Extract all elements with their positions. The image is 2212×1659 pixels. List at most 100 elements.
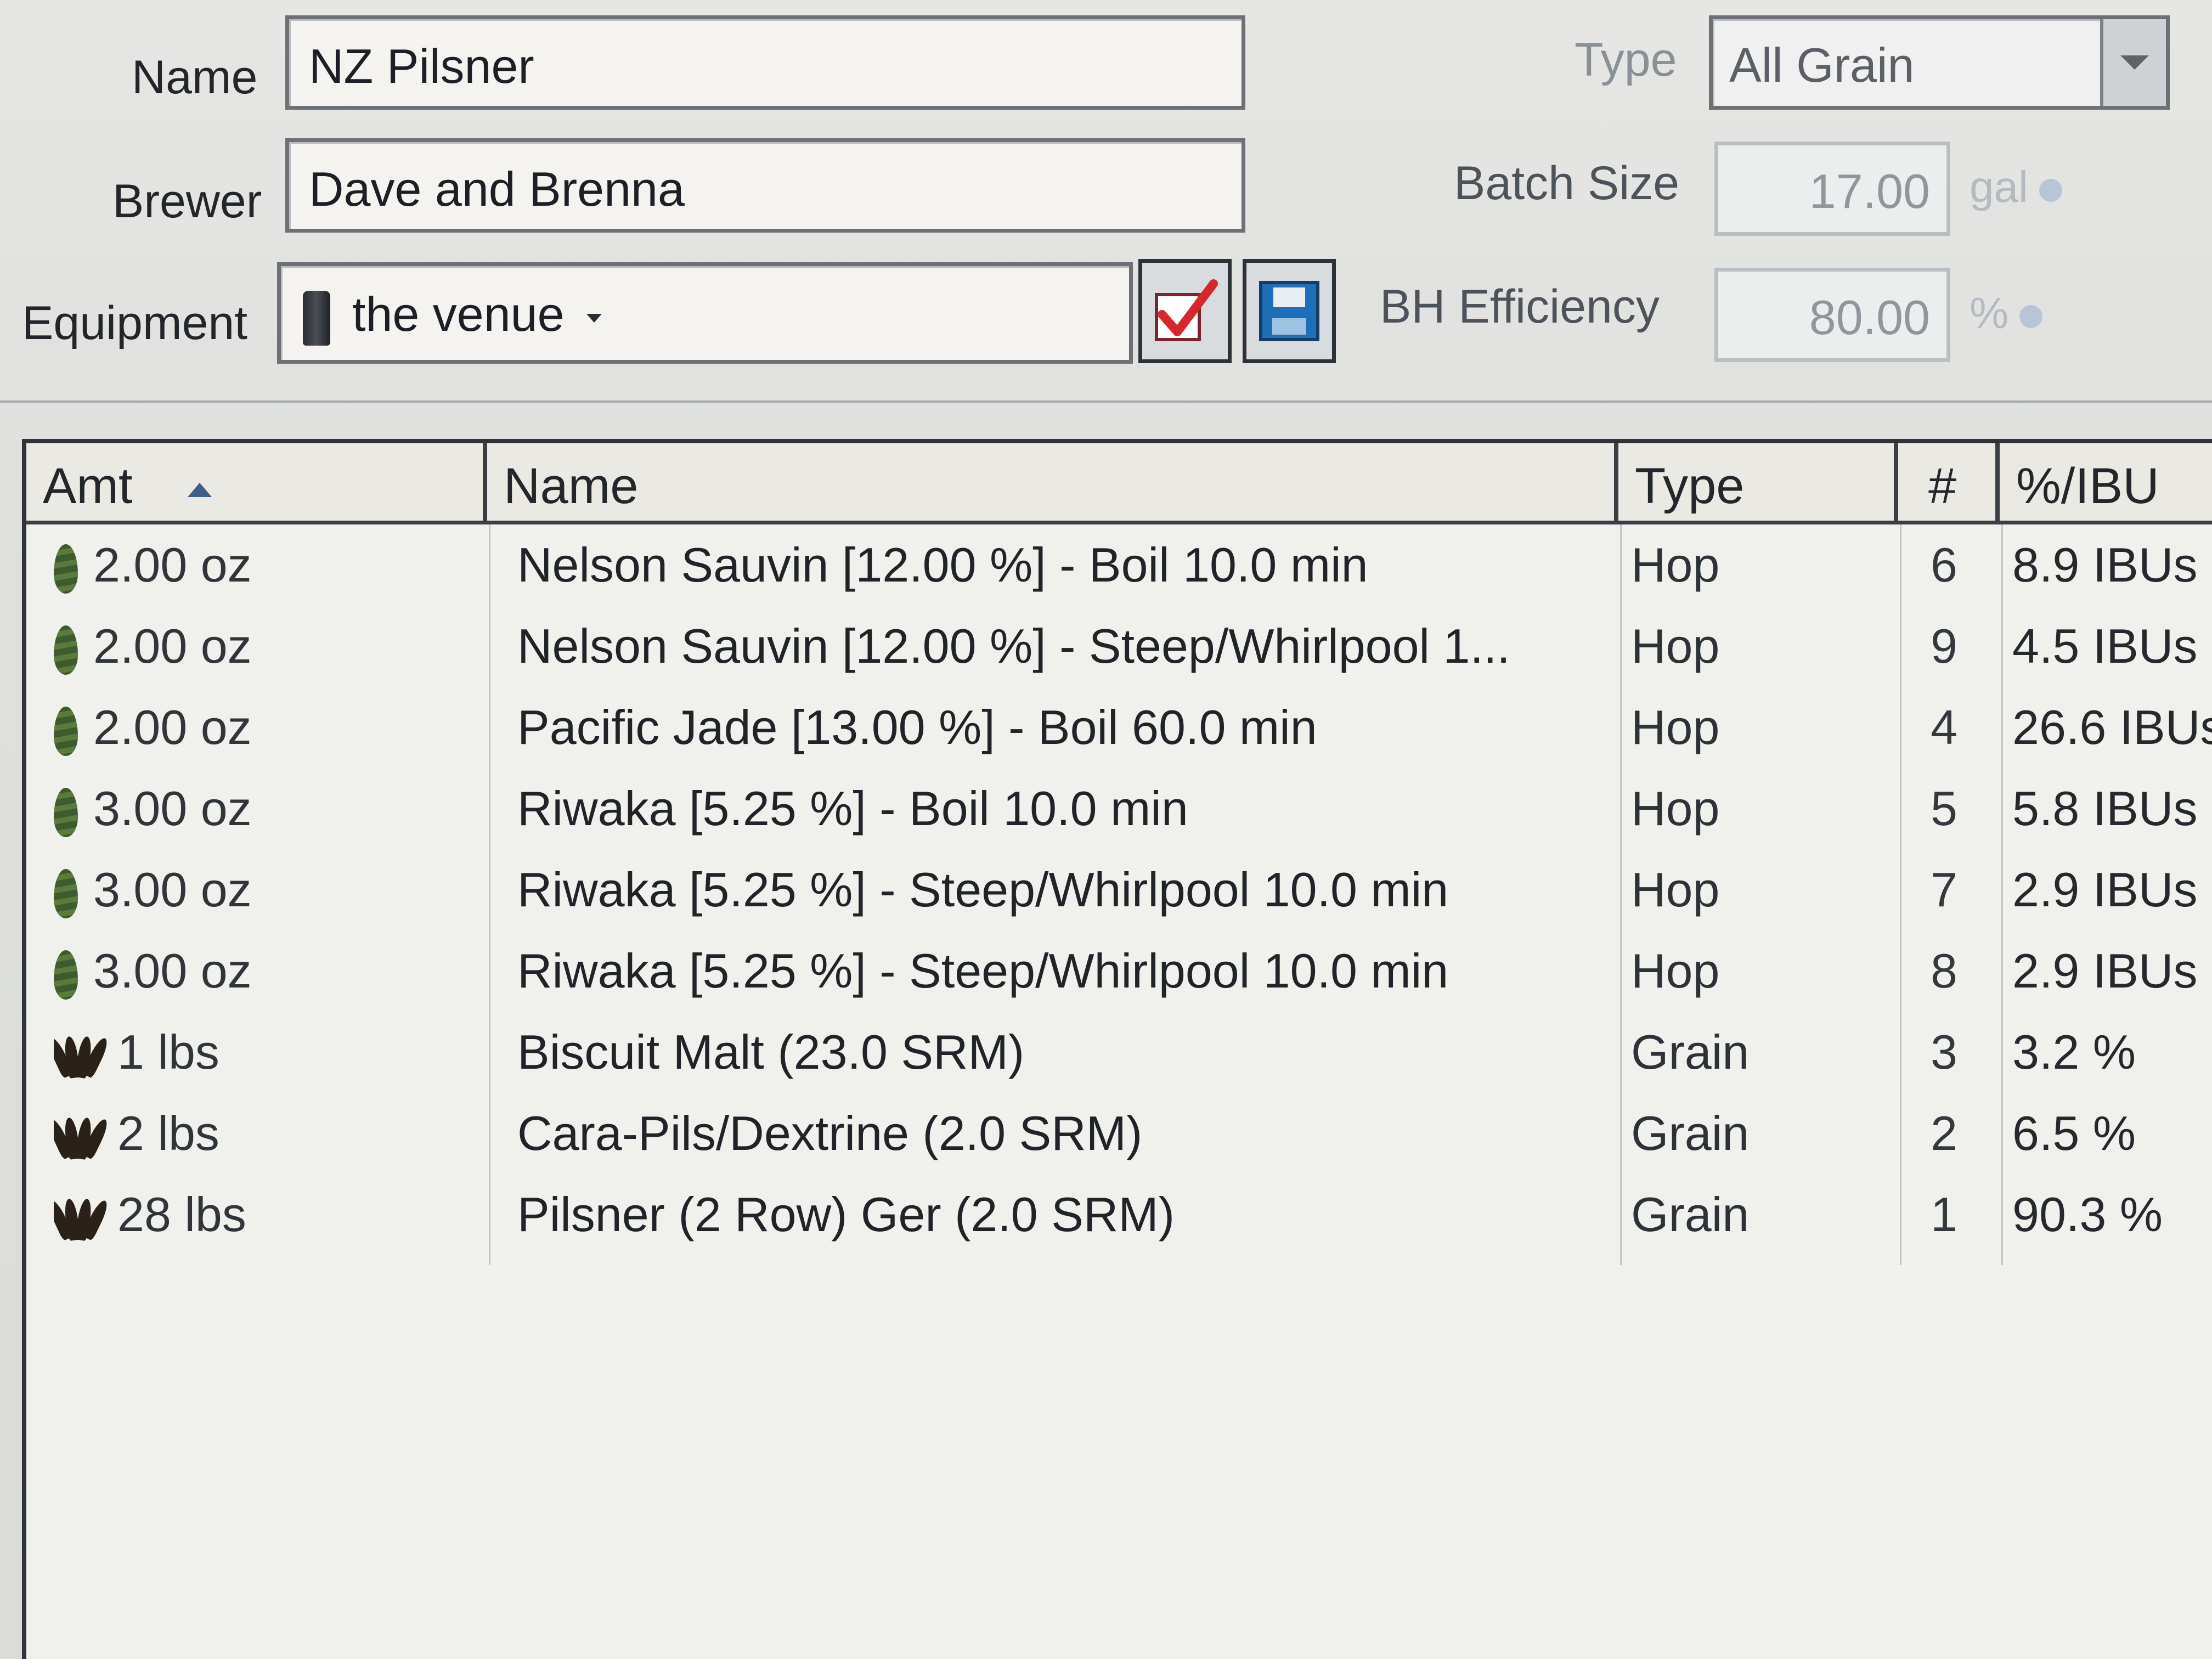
batch-size-value: 17.00 [1809,164,1930,218]
unit-dot-icon [2039,178,2062,202]
batch-size-input[interactable]: 17.00 [1714,142,1950,236]
amount-value: 1 lbs [117,1025,219,1079]
separator [0,400,2212,403]
ingredient-name-cell: Pacific Jade [13.00 %] - Boil 60.0 min [517,700,1317,754]
column-header-type[interactable]: Type [1618,443,1898,521]
hop-icon [54,868,78,918]
percent-ibu-cell: 2.9 IBUs [2012,862,2198,917]
hop-icon [54,950,78,1000]
column-header-number[interactable]: # [1898,443,2000,521]
table-row[interactable]: 3.00 oz Riwaka [5.25 %] - Steep/Whirlpool… [26,930,2212,1012]
recipe-name-input[interactable]: NZ Pilsner [285,15,1245,110]
type-label: Type [1575,33,1677,86]
percent-ibu-cell: 3.2 % [2012,1025,2136,1079]
amount-value: 28 lbs [117,1187,246,1242]
ingredient-name-cell: Riwaka [5.25 %] - Steep/Whirlpool 10.0 m… [517,862,1449,917]
table-row[interactable]: 3.00 oz Riwaka [5.25 %] - Steep/Whirlpool… [26,849,2212,930]
addition-number-cell: 5 [1931,781,1957,836]
ingredient-name-cell: Riwaka [5.25 %] - Steep/Whirlpool 10.0 m… [517,944,1449,998]
addition-number-cell: 2 [1931,1106,1957,1160]
percent-ibu-cell: 90.3 % [2012,1187,2163,1242]
ingredient-name-cell: Nelson Sauvin [12.00 %] - Boil 10.0 min [517,538,1368,592]
checkmark-icon [1155,279,1218,341]
amount-value: 2.00 oz [93,538,252,592]
batch-size-label: Batch Size [1454,157,1680,210]
chevron-down-icon [586,313,602,323]
amount-value: 2 lbs [117,1106,219,1160]
efficiency-input[interactable]: 80.00 [1714,268,1950,362]
ingredient-type-cell: Hop [1631,619,1720,673]
ingredient-type-cell: Grain [1631,1187,1750,1242]
equipment-selector[interactable]: the venue [277,262,1133,364]
efficiency-unit: % [1970,289,2009,337]
ingredient-type-cell: Hop [1631,862,1720,917]
addition-number-cell: 4 [1931,700,1957,754]
table-row[interactable]: 2.00 oz Nelson Sauvin [12.00 %] - Boil 10… [26,524,2212,606]
amount-cell: 2.00 oz [54,606,487,687]
ingredient-type-cell: Grain [1631,1106,1750,1160]
addition-number-cell: 7 [1931,862,1957,917]
addition-number-cell: 1 [1931,1187,1957,1242]
ingredient-name-cell: Pilsner (2 Row) Ger (2.0 SRM) [517,1187,1175,1242]
recipe-editor-window: Name NZ Pilsner Brewer Dave and Brenna E… [0,0,2212,1659]
column-header-percent-ibu[interactable]: %/IBU [2000,443,2212,521]
table-row[interactable]: 2.00 oz Nelson Sauvin [12.00 %] - Steep/W… [26,606,2212,687]
batch-size-unit: gal [1970,162,2028,211]
efficiency-label: BH Efficiency [1380,280,1660,333]
ingredient-type-cell: Hop [1631,944,1720,998]
percent-ibu-cell: 26.6 IBUs [2012,700,2212,754]
save-equipment-button[interactable] [1243,259,1336,363]
table-row[interactable]: 28 lbs Pilsner (2 Row) Ger (2.0 SRM) Grain… [26,1174,2212,1255]
amount-cell: 3.00 oz [54,768,487,849]
equipment-label: Equipment [22,297,248,349]
efficiency-value: 80.00 [1809,290,1930,345]
addition-number-cell: 3 [1931,1025,1957,1079]
amount-value: 3.00 oz [93,781,252,836]
check-equipment-button[interactable] [1138,259,1232,363]
percent-ibu-cell: 2.9 IBUs [2012,944,2198,998]
amount-value: 2.00 oz [93,619,252,673]
column-header-name[interactable]: Name [487,443,1618,521]
amount-cell: 2.00 oz [54,687,487,768]
ingredient-type-cell: Grain [1631,1025,1750,1079]
brewer-value: Dave and Brenna [309,162,685,216]
addition-number-cell: 6 [1931,538,1957,592]
addition-number-cell: 8 [1931,944,1957,998]
grain-icon [54,1115,114,1160]
amount-value: 3.00 oz [93,862,252,917]
amount-cell: 1 lbs [54,1012,487,1093]
table-row[interactable]: 1 lbs Biscuit Malt (23.0 SRM) Grain 3 3.2 % [26,1012,2212,1093]
grain-icon [54,1034,114,1079]
table-row[interactable]: 2 lbs Cara-Pils/Dextrine (2.0 SRM) Grain 2 6… [26,1093,2212,1174]
recipe-type-select[interactable]: All Grain [1709,15,2170,110]
ingredient-type-cell: Hop [1631,538,1720,592]
hop-icon [54,787,78,837]
amount-cell: 28 lbs [54,1174,487,1255]
efficiency-unit-selector[interactable]: % [1970,288,2043,338]
type-dropdown-button[interactable] [2100,19,2166,106]
hop-icon [54,625,78,675]
addition-number-cell: 9 [1931,619,1957,673]
hop-icon [54,706,78,756]
ingredient-name-cell: Biscuit Malt (23.0 SRM) [517,1025,1025,1079]
amount-cell: 3.00 oz [54,930,487,1012]
chevron-down-icon [2120,55,2149,70]
amount-value: 3.00 oz [93,944,252,998]
ingredient-type-cell: Hop [1631,700,1720,754]
amount-cell: 2 lbs [54,1093,487,1174]
percent-ibu-cell: 4.5 IBUs [2012,619,2198,673]
table-row[interactable]: 2.00 oz Pacific Jade [13.00 %] - Boil 60.… [26,687,2212,768]
percent-ibu-cell: 5.8 IBUs [2012,781,2198,836]
column-header-amt[interactable]: Amt [26,443,487,521]
amount-cell: 2.00 oz [54,524,487,606]
table-row[interactable]: 3.00 oz Riwaka [5.25 %] - Boil 10.0 min Ho… [26,768,2212,849]
percent-ibu-cell: 8.9 IBUs [2012,538,2198,592]
batch-size-unit-selector[interactable]: gal [1970,162,2062,212]
brewer-label: Brewer [112,175,262,228]
ingredient-name-cell: Cara-Pils/Dextrine (2.0 SRM) [517,1106,1143,1160]
ingredient-type-cell: Hop [1631,781,1720,836]
amount-cell: 3.00 oz [54,849,487,930]
brewer-input[interactable]: Dave and Brenna [285,138,1245,233]
tank-icon [303,290,330,346]
ingredients-table[interactable]: Amt Name Type # %/IBU 2.00 oz Nelson Sauv… [22,439,2212,1659]
